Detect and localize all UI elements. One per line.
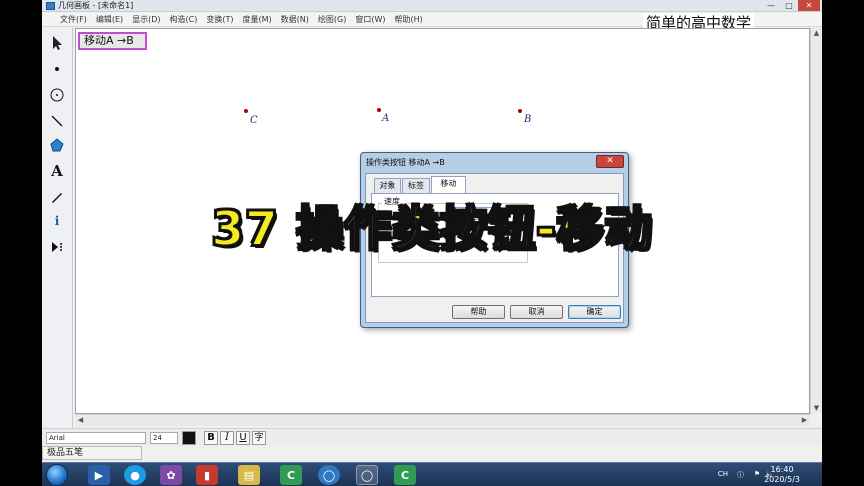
italic-button[interactable]: I (220, 431, 234, 445)
horizontal-scrollbar[interactable]: ◀ ▶ (75, 414, 810, 426)
scroll-down-icon[interactable]: ▼ (811, 403, 822, 414)
menu-edit[interactable]: 编辑(E) (96, 13, 123, 26)
point-a-label: A (382, 113, 390, 124)
system-clock[interactable]: 16:40 2020/5/3 (764, 465, 800, 485)
browser-icon[interactable]: ● (124, 465, 146, 485)
menu-help[interactable]: 帮助(H) (395, 13, 423, 26)
file-manager-icon[interactable]: ▤ (238, 465, 260, 485)
scroll-right-icon[interactable]: ▶ (799, 415, 810, 426)
menu-construct[interactable]: 构造(C) (170, 13, 198, 26)
camtasia-recorder-icon[interactable]: C (394, 465, 416, 485)
tab-move[interactable]: 移动 (431, 176, 466, 194)
font-select[interactable]: Arial (46, 432, 146, 444)
move-action-button[interactable]: 移动A →B (78, 32, 147, 50)
start-button[interactable] (46, 464, 68, 486)
scroll-up-icon[interactable]: ▲ (811, 28, 822, 39)
menu-window[interactable]: 窗口(W) (355, 13, 385, 26)
office-app-icon[interactable]: ▮ (196, 465, 218, 485)
point-c[interactable] (244, 109, 248, 113)
window-controls: — □ ✕ (762, 0, 820, 12)
media-player-icon[interactable]: ▶ (88, 465, 110, 485)
windows-taskbar: ▶ ● ✿ ▮ ▤ C ◯ ◯ C CH ⓘ ⚑ 🔈 16:40 2020/5/… (42, 462, 822, 486)
text-color-button[interactable] (182, 431, 196, 445)
point-b-label: B (524, 114, 532, 125)
photo-viewer-icon[interactable]: ✿ (160, 465, 182, 485)
minimize-button[interactable]: — (762, 0, 780, 11)
video-caption-overlay: 37 操作类按钮-移动 (210, 201, 653, 258)
close-button[interactable]: ✕ (798, 0, 820, 11)
help-button[interactable]: 帮助 (452, 305, 505, 319)
arrow-tool-icon[interactable] (45, 32, 69, 54)
help-tray-icon[interactable]: ⓘ (737, 470, 744, 480)
maximize-button[interactable]: □ (780, 0, 798, 11)
cancel-button[interactable]: 取消 (510, 305, 563, 319)
ime-status-bar[interactable]: 极品五笔 (42, 446, 142, 460)
dialog-close-button[interactable]: ✕ (596, 155, 624, 168)
video-frame: 几何画板 - [未命名1] — □ ✕ 文件(F) 编辑(E) 显示(D) 构造… (0, 0, 864, 486)
camtasia-icon[interactable]: C (280, 465, 302, 485)
window-title: 几何画板 - [未命名1] (58, 1, 134, 10)
sketchpad-active-icon[interactable]: ◯ (356, 465, 378, 485)
menu-display[interactable]: 显示(D) (132, 13, 160, 26)
font-size-select[interactable]: 24 (150, 432, 178, 444)
point-tool-icon[interactable] (45, 58, 69, 80)
tab-label[interactable]: 标签 (402, 178, 430, 193)
menu-file[interactable]: 文件(F) (60, 13, 87, 26)
underline-button[interactable]: U (236, 431, 250, 445)
menu-measure[interactable]: 度量(M) (243, 13, 272, 26)
line-tool-icon[interactable] (45, 110, 69, 132)
clock-date: 2020/5/3 (764, 475, 800, 484)
point-b[interactable] (518, 109, 522, 113)
text-format-toolbar: Arial 24 B I U 字 (42, 428, 822, 446)
app-icon (46, 2, 55, 10)
dialog-title: 操作类按钮 移动A →B (366, 158, 445, 167)
text-tool-icon[interactable]: A (45, 160, 69, 182)
flag-tray-icon[interactable]: ⚑ (754, 470, 760, 478)
ok-button[interactable]: 确定 (568, 305, 621, 319)
clock-time: 16:40 (770, 465, 794, 474)
math-format-button[interactable]: 字 (252, 431, 266, 445)
menu-transform[interactable]: 变换(T) (206, 13, 233, 26)
compass-tool-icon[interactable] (45, 84, 69, 106)
point-c-label: C (250, 115, 258, 126)
tab-object[interactable]: 对象 (374, 178, 401, 193)
menu-data[interactable]: 数据(N) (281, 13, 309, 26)
ime-indicator[interactable]: CH (718, 470, 728, 478)
sketchpad-icon[interactable]: ◯ (318, 465, 340, 485)
menu-graph[interactable]: 绘图(G) (318, 13, 346, 26)
bold-button[interactable]: B (204, 431, 218, 445)
polygon-tool-icon[interactable] (45, 134, 69, 156)
point-a[interactable] (377, 108, 381, 112)
scroll-left-icon[interactable]: ◀ (75, 415, 86, 426)
title-bar: 几何画板 - [未命名1] — □ ✕ (42, 0, 822, 12)
